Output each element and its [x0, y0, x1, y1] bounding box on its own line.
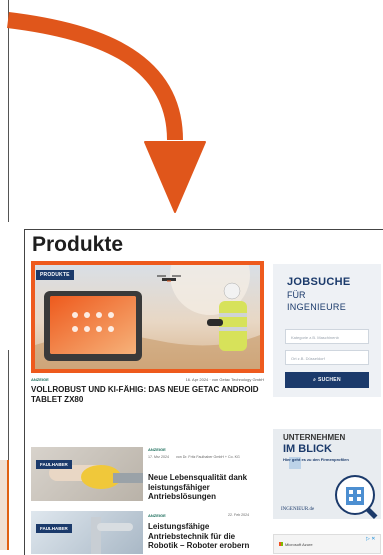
hero-image[interactable]: [35, 265, 260, 369]
search-button[interactable]: ⌕ SUCHEN: [285, 372, 369, 388]
ad-label: ANZEIGE: [148, 513, 166, 518]
brand-logo: INGENIEUR.de: [281, 507, 315, 512]
ad-label: ANZEIGE: [148, 447, 166, 452]
ad-label: ANZEIGE: [31, 377, 49, 382]
article-badge: FAULHABER: [36, 453, 72, 471]
article-date: 22. Feb 2024: [228, 513, 250, 517]
hero-meta: ANZEIGE 16. Apr 2024 · von Getac Technol…: [31, 377, 264, 382]
curved-arrow-icon: [7, 12, 206, 213]
jobsearch-subtitle: INGENIEURE: [287, 302, 347, 312]
article-title-link[interactable]: Leistungsfähige Antriebstechnik für die …: [148, 522, 266, 551]
location-input[interactable]: Ort z.B. Düsseldorf: [285, 350, 369, 365]
ad-choices-icon[interactable]: ▷ ✕: [366, 536, 375, 542]
ad-heading: IM BLICK: [283, 443, 332, 455]
keyword-input[interactable]: Kategorie z.B. Maschinenb: [285, 329, 369, 344]
jobsearch-subtitle: FÜR: [287, 290, 306, 300]
article-title-link[interactable]: Neue Lebensqualität dank leistungsfähige…: [148, 473, 266, 502]
ad-subtitle: Hier geht es zu den Firmenprofilen: [283, 457, 349, 462]
hero-headline-link[interactable]: VOLLROBUST UND KI-FÄHIG: DAS NEUE GETAC …: [31, 385, 264, 405]
ad-brand-label: Microsoft Azure: [285, 542, 313, 547]
article-author: von Dr. Fritz Faulhaber GmbH + Co. KG: [176, 455, 240, 459]
article-badge: FAULHABER: [36, 517, 72, 535]
date-author: 16. Apr 2024 · von Getac Technology GmbH: [185, 377, 264, 382]
section-title: Produkte: [32, 233, 124, 256]
category-badge[interactable]: PRODUKTE: [36, 270, 74, 280]
article-date: 17. Mrz 2024: [148, 455, 169, 459]
frame-edge-accent: [0, 460, 9, 550]
search-button-label: SUCHEN: [317, 377, 341, 383]
ad-heading: UNTERNEHMEN: [283, 433, 346, 442]
search-icon: ⌕: [313, 377, 317, 383]
microsoft-logo-icon: [279, 542, 283, 546]
jobsearch-title: JOBSUCHE: [287, 276, 351, 288]
